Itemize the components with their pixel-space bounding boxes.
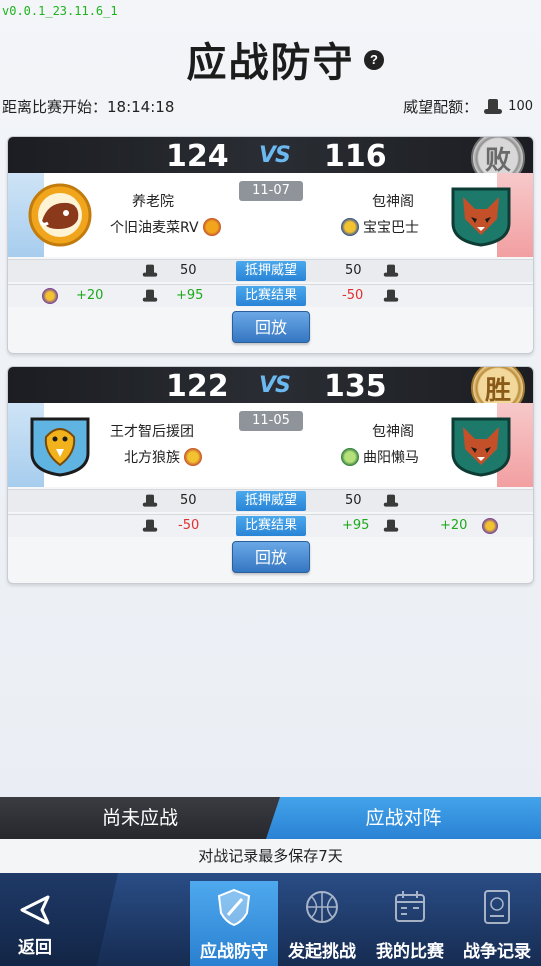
player-logo-icon bbox=[202, 218, 221, 236]
match-date: 11-07 bbox=[239, 181, 303, 201]
nav-defend[interactable]: 应战防守 bbox=[190, 881, 278, 966]
back-arrow-icon bbox=[20, 895, 50, 925]
result-right: -50 bbox=[342, 288, 364, 303]
nav-my-matches[interactable]: 我的比赛 bbox=[366, 881, 454, 966]
score-bar: 124 VS 116 败 bbox=[8, 137, 533, 185]
prestige-quota: 威望配额： 100 bbox=[403, 96, 533, 117]
version-label: v0.0.1_23.11.6_1 bbox=[2, 4, 118, 18]
player-logo-icon bbox=[184, 448, 202, 466]
prestige-value: 100 bbox=[508, 99, 533, 114]
question-icon[interactable]: ? bbox=[364, 50, 384, 70]
result-left: -50 bbox=[178, 518, 200, 533]
result-left-bonus: +20 bbox=[76, 288, 104, 303]
vs-label: VS bbox=[259, 143, 291, 168]
calendar-icon bbox=[395, 891, 425, 922]
record-retention-note: 对战记录最多保存7天 bbox=[0, 839, 541, 873]
right-player-name: 宝宝巴士 bbox=[363, 220, 419, 236]
hat-icon bbox=[142, 494, 158, 508]
team-bonus-icon bbox=[482, 518, 498, 534]
tab-pending[interactable]: 尚未应战 bbox=[0, 797, 280, 839]
score-right: 116 bbox=[324, 139, 387, 174]
vs-label: VS bbox=[259, 373, 291, 398]
match-countdown: 距离比赛开始：18:14:18 bbox=[2, 98, 175, 116]
left-player: 个旧油麦菜RV bbox=[110, 217, 221, 237]
nav-label: 发起挑战 bbox=[288, 942, 356, 962]
back-button[interactable]: 返回 bbox=[0, 873, 118, 966]
hat-icon bbox=[142, 264, 158, 278]
result-right: +95 bbox=[342, 518, 370, 533]
stake-left: 50 bbox=[180, 493, 197, 508]
result-row: -50 比赛结果 +95 +20 bbox=[8, 514, 533, 537]
match-date: 11-05 bbox=[239, 411, 303, 431]
hat-icon bbox=[142, 289, 158, 303]
left-team-name: 养老院 bbox=[132, 194, 174, 210]
nav-challenge[interactable]: 发起挑战 bbox=[278, 881, 366, 966]
right-player: 曲阳懒马 bbox=[341, 447, 419, 467]
teams-row: 11-07 养老院 个旧油麦菜RV 包神阁 宝宝巴士 bbox=[8, 173, 533, 257]
hat-icon bbox=[383, 494, 399, 508]
page-title: 应战防守 bbox=[186, 40, 355, 86]
result-row: +20 +95 比赛结果 -50 bbox=[8, 284, 533, 307]
fox-team-logo-icon bbox=[451, 187, 511, 247]
hat-icon bbox=[383, 289, 399, 303]
result-label: 比赛结果 bbox=[236, 286, 306, 306]
result-left: +95 bbox=[176, 288, 204, 303]
teams-row: 11-05 王才智后援团 北方狼族 包神阁 曲阳懒马 bbox=[8, 403, 533, 487]
replay-button[interactable]: 回放 bbox=[232, 541, 310, 573]
left-player-name: 北方狼族 bbox=[124, 450, 180, 466]
match-tabs: 尚未应战 应战对阵 bbox=[0, 797, 541, 839]
score-bar: 122 VS 135 胜 bbox=[8, 367, 533, 415]
stake-label: 抵押威望 bbox=[236, 261, 306, 281]
score-left: 122 bbox=[166, 369, 229, 404]
team-bonus-icon bbox=[42, 288, 58, 304]
right-team-name: 包神阁 bbox=[372, 424, 414, 440]
stake-left: 50 bbox=[180, 263, 197, 278]
hat-icon bbox=[383, 519, 399, 533]
right-player-name: 曲阳懒马 bbox=[363, 450, 419, 466]
nav-label: 应战防守 bbox=[200, 942, 268, 962]
boar-team-logo-icon bbox=[28, 183, 92, 247]
stake-right: 50 bbox=[345, 493, 362, 508]
record-book-icon bbox=[484, 890, 510, 924]
back-label: 返回 bbox=[18, 938, 52, 958]
stake-row: 50 抵押威望 50 bbox=[8, 489, 533, 512]
result-label: 比赛结果 bbox=[236, 516, 306, 536]
tab-responded[interactable]: 应战对阵 bbox=[266, 797, 541, 839]
nav-label: 战争记录 bbox=[463, 942, 531, 962]
hat-icon bbox=[484, 98, 503, 115]
stake-label: 抵押威望 bbox=[236, 491, 306, 511]
stake-right: 50 bbox=[345, 263, 362, 278]
result-right-bonus: +20 bbox=[440, 518, 468, 533]
prestige-label: 威望配额： bbox=[403, 98, 479, 116]
left-player-name: 个旧油麦菜RV bbox=[110, 220, 199, 236]
player-logo-icon bbox=[341, 218, 359, 236]
fox-team-logo-icon bbox=[451, 417, 511, 477]
cobra-team-logo-icon bbox=[30, 417, 90, 477]
hat-icon bbox=[383, 264, 399, 278]
stake-row: 50 抵押威望 50 bbox=[8, 259, 533, 282]
right-team-name: 包神阁 bbox=[372, 194, 414, 210]
score-right: 135 bbox=[324, 369, 387, 404]
right-player: 宝宝巴士 bbox=[341, 217, 419, 237]
nav-label: 我的比赛 bbox=[376, 942, 444, 962]
match-card: 122 VS 135 胜 11-05 王才智后援团 北方狼族 包神阁 曲阳懒马 … bbox=[7, 366, 534, 584]
bottom-nav: 返回 应战防守 发起挑战 我的比赛 战争记录 bbox=[0, 873, 541, 966]
score-left: 124 bbox=[166, 139, 229, 174]
left-team-name: 王才智后援团 bbox=[110, 424, 194, 440]
left-player: 北方狼族 bbox=[124, 447, 202, 467]
basketball-icon bbox=[306, 891, 338, 923]
nav-war-record[interactable]: 战争记录 bbox=[453, 881, 541, 966]
replay-button[interactable]: 回放 bbox=[232, 311, 310, 343]
hat-icon bbox=[142, 519, 158, 533]
player-logo-icon bbox=[341, 448, 359, 466]
match-card: 124 VS 116 败 11-07 养老院 个旧油麦菜RV 包神阁 宝宝巴士 … bbox=[7, 136, 534, 354]
shield-icon bbox=[217, 888, 251, 927]
